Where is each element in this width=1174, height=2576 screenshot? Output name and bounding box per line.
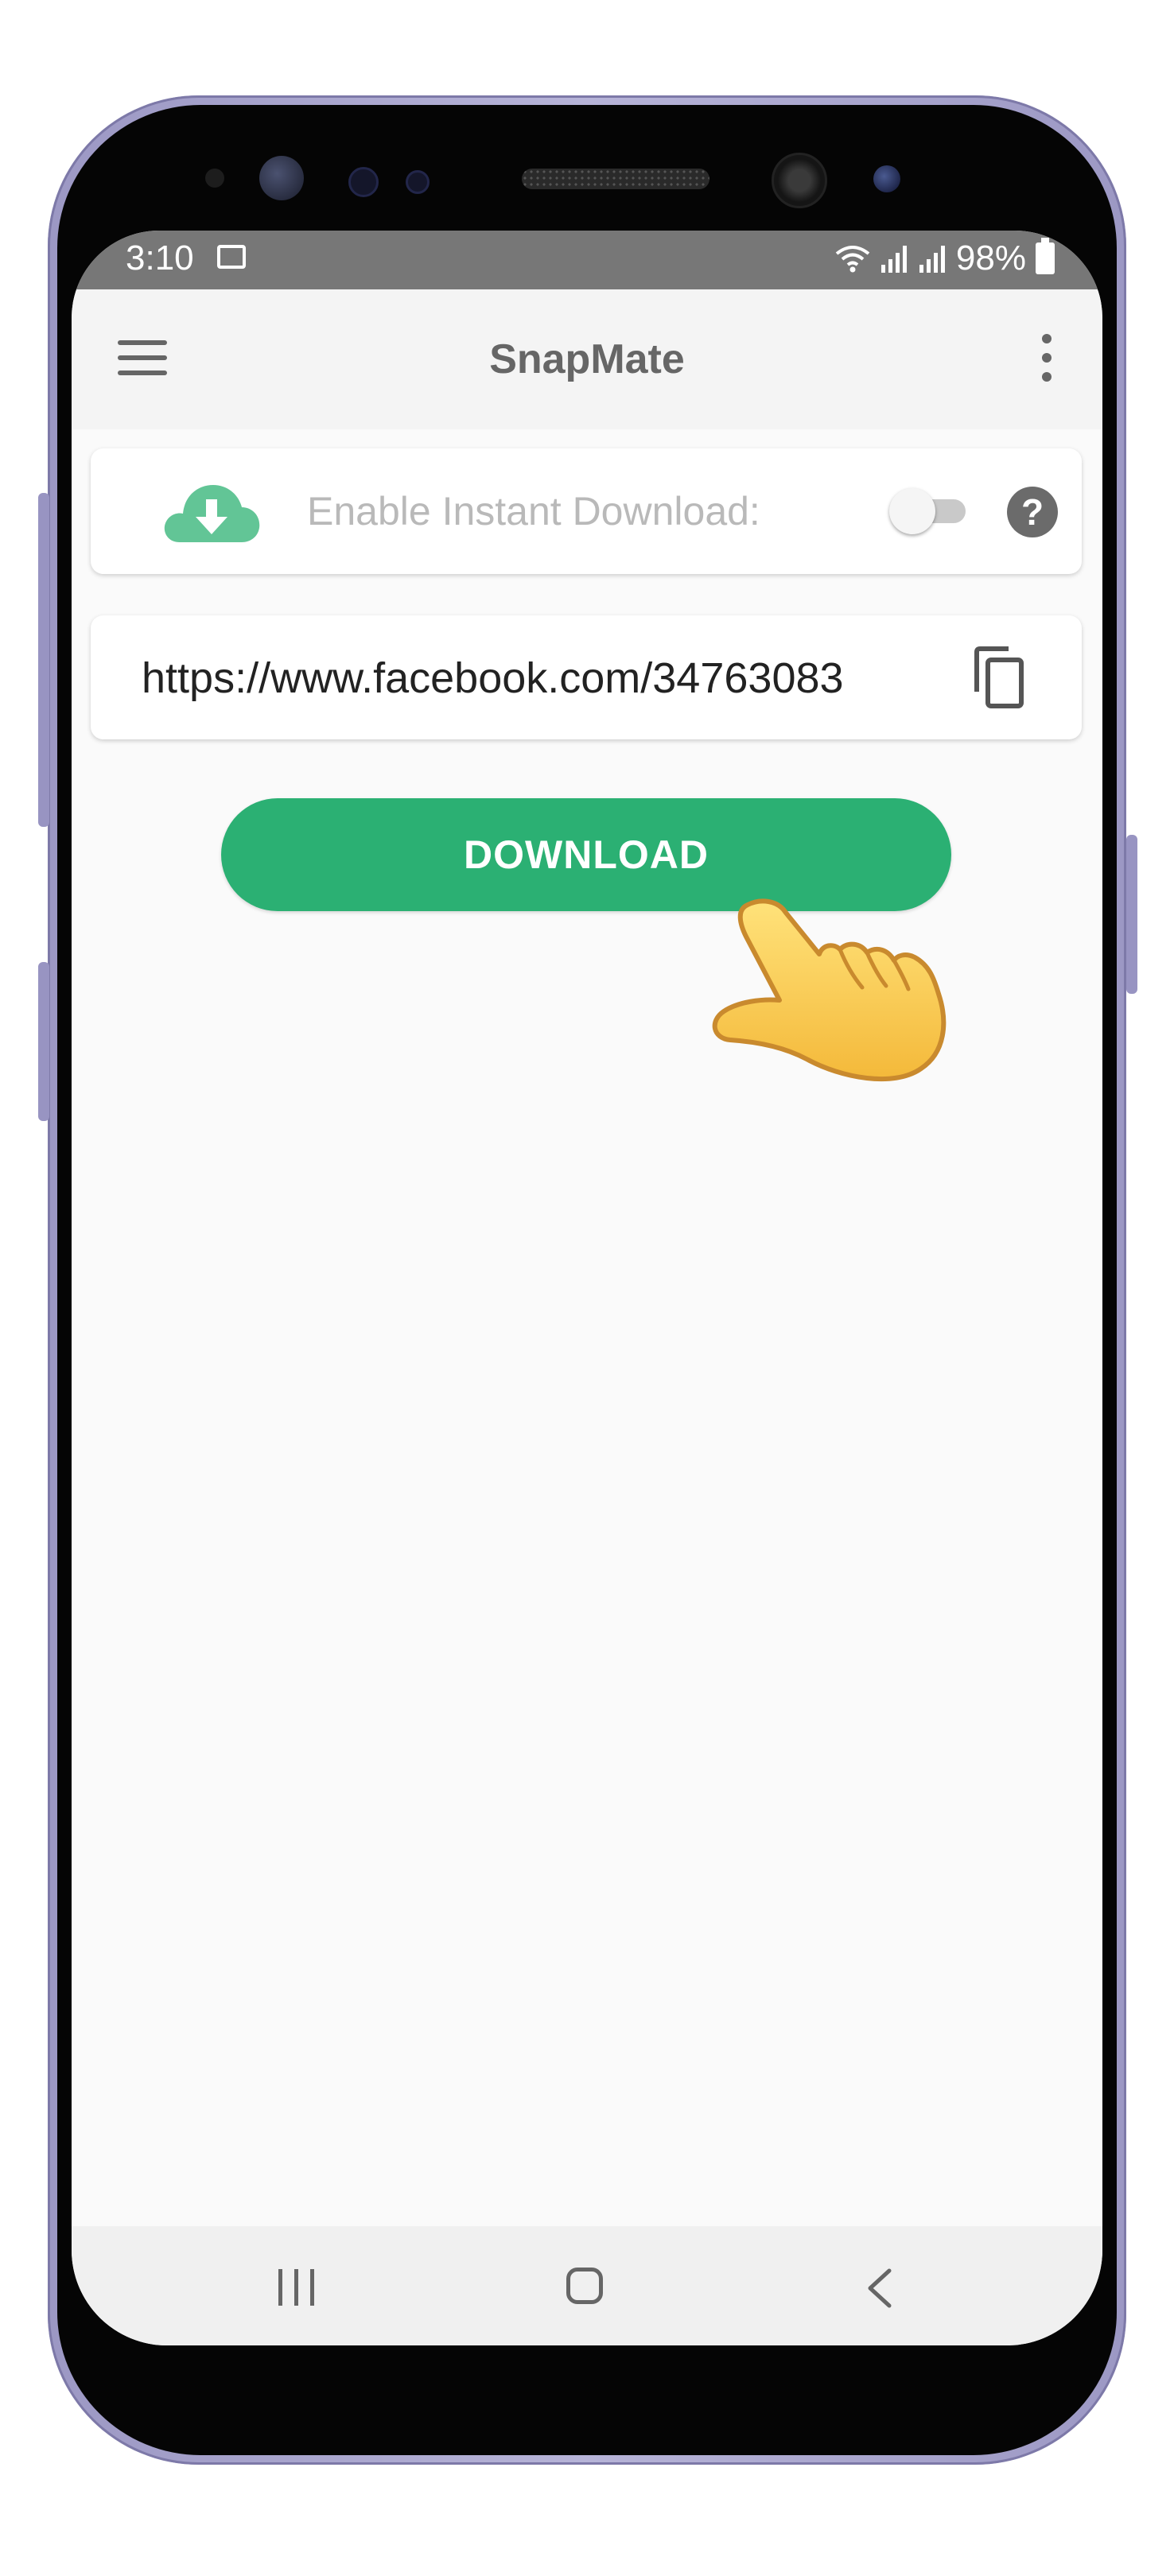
app-title: SnapMate — [489, 336, 685, 382]
instant-download-card: Enable Instant Download: ? — [91, 448, 1082, 574]
copy-icon[interactable] — [970, 646, 1026, 709]
pointing-hand-icon — [712, 898, 947, 1082]
status-time: 3:10 — [126, 239, 194, 277]
iris-camera — [873, 165, 900, 192]
status-bar: 3:10 98% — [72, 231, 1102, 289]
status-icons: 98% — [835, 238, 1055, 278]
sensor-dot — [348, 167, 379, 197]
volume-button — [38, 962, 49, 1121]
instant-download-label: Enable Instant Download: — [307, 489, 760, 533]
battery-percent: 98% — [955, 239, 1026, 277]
more-vert-icon[interactable] — [1042, 334, 1053, 382]
earpiece-speaker — [522, 169, 709, 189]
instant-download-toggle[interactable] — [889, 488, 966, 534]
proximity-sensor — [205, 169, 224, 188]
recent-apps-icon[interactable] — [277, 2269, 317, 2306]
url-input[interactable] — [142, 650, 921, 706]
device-mockup: 3:10 98% SnapMate Enable Instant Downloa… — [0, 0, 1174, 2576]
signal-icon — [881, 246, 907, 273]
image-icon — [217, 245, 246, 269]
phone-screen: 3:10 98% SnapMate Enable Instant Downloa… — [72, 231, 1102, 2345]
bixby-button — [38, 493, 49, 827]
sensor-dot — [406, 170, 430, 194]
url-card — [91, 615, 1082, 739]
battery-icon — [1036, 238, 1055, 274]
app-bar: SnapMate — [72, 289, 1102, 429]
wifi-icon — [835, 246, 870, 273]
back-icon[interactable] — [864, 2268, 896, 2309]
signal-icon — [919, 246, 945, 273]
cloud-download-icon — [164, 485, 260, 542]
toggle-thumb — [889, 488, 935, 534]
front-camera — [772, 153, 827, 208]
iris-scanner — [259, 156, 304, 200]
help-icon[interactable]: ? — [1007, 487, 1058, 537]
navigation-bar — [72, 2226, 1102, 2345]
power-button — [1126, 835, 1137, 994]
home-icon[interactable] — [566, 2268, 603, 2304]
